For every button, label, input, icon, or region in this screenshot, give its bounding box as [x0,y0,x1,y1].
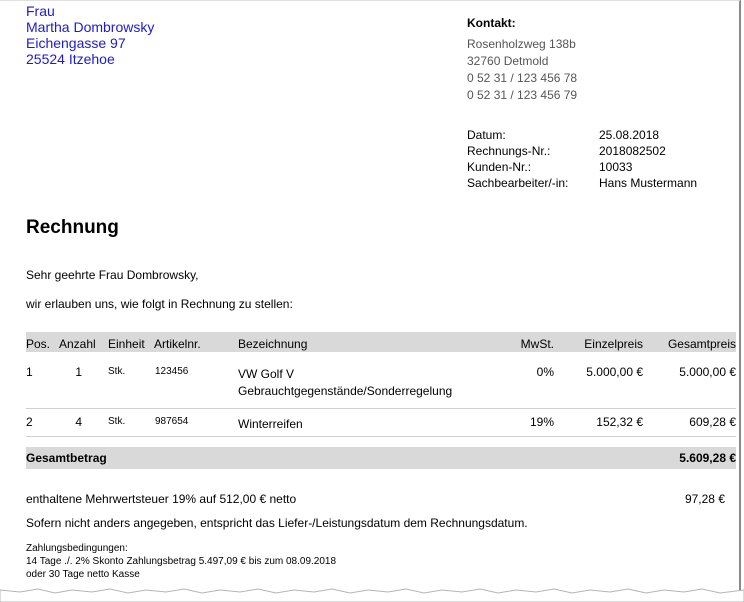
row1-total: 5.000,00 € [679,365,736,379]
payment-terms-discount: 14 Tage ./. 2% Skonto Zahlungsbetrag 5.4… [26,556,337,567]
row2-pos: 2 [26,415,33,429]
row1-unit: Stk. [108,366,126,377]
contact-street: Rosenholzweg 138b [467,37,576,51]
payment-terms: Zahlungsbedingungen: 14 Tage ./. 2% Skon… [26,542,336,581]
recipient-street: Eichengasse 97 [26,35,126,51]
col-header-unit: Einheit [108,337,145,351]
meta-row: Rechnungs-Nr.: 2018082502 [467,143,697,159]
row2-qty: 4 [75,415,82,429]
meta-key: Rechnungs-Nr.: [467,144,551,158]
salutation-text: Sehr geehrte Frau Dombrowsky, [26,268,199,282]
invoice-title: Rechnung [26,217,119,238]
contact-block: Kontakt: Rosenholzweg 138b 32760 Detmold… [467,15,577,104]
meta-value: 2018082502 [599,144,666,158]
col-header-description: Bezeichnung [238,337,308,351]
meta-value: 25.08.2018 [599,128,660,142]
row1-unit-price: 5.000,00 € [586,365,643,379]
torn-edge-decoration [0,588,744,602]
recipient-city: 25524 Itzehoe [26,51,115,67]
payment-terms-heading: Zahlungsbedingungen: [26,543,128,554]
recipient-salutation: Frau [26,3,55,19]
col-header-vat: MwSt. [520,337,554,351]
col-header-qty: Anzahl [59,337,96,351]
recipient-address: Frau Martha Dombrowsky Eichengasse 97 25… [26,3,154,67]
row2-description: Winterreifen [238,417,303,431]
row-divider [26,408,736,409]
service-date-note: Sofern nicht anders angegeben, entsprich… [26,516,528,530]
total-value: 5.609,28 € [679,451,736,465]
col-header-pos: Pos. [26,337,51,351]
row2-article: 987654 [155,416,189,427]
intro-text: wir erlauben uns, wie folgt in Rechnung … [26,297,293,311]
meta-row: Datum: 25.08.2018 [467,127,697,143]
meta-key: Sachbearbeiter/-in: [467,176,569,190]
row1-description-note: Gebrauchtgegenstände/Sonderregelung [238,384,453,398]
row1-qty: 1 [75,365,82,379]
row1-pos: 1 [26,365,33,379]
contact-city: 32760 Detmold [467,54,549,68]
total-row: Gesamtbetrag 5.609,28 € [26,447,736,469]
row2-unit: Stk. [108,416,126,427]
meta-value: 10033 [599,160,633,174]
col-header-unit-price: Einzelpreis [584,337,643,351]
total-label: Gesamtbetrag [26,451,107,465]
invoice-meta: Datum: 25.08.2018 Rechnungs-Nr.: 2018082… [467,127,697,191]
row1-description: VW Golf V [238,367,295,381]
col-header-article: Artikelnr. [154,337,201,351]
vat-text: enthaltene Mehrwertsteuer 19% auf 512,00… [26,492,297,506]
row-divider [26,436,736,437]
contact-phone: 0 52 31 / 123 456 78 [467,71,578,85]
meta-value: Hans Mustermann [599,176,698,190]
recipient-name: Martha Dombrowsky [26,19,155,35]
contact-heading: Kontakt: [467,16,516,30]
row2-vat: 19% [529,415,554,429]
row2-total: 609,28 € [689,415,736,429]
meta-row: Kunden-Nr.: 10033 [467,159,697,175]
vat-value: 97,28 € [684,492,725,506]
contact-fax: 0 52 31 / 123 456 79 [467,88,578,102]
col-header-total: Gesamtpreis [667,337,736,351]
meta-key: Datum: [467,128,506,142]
meta-key: Kunden-Nr.: [467,160,532,174]
row1-article: 123456 [155,366,189,377]
meta-row: Sachbearbeiter/-in: Hans Mustermann [467,175,697,191]
invoice-page: Frau Martha Dombrowsky Eichengasse 97 25… [0,0,744,602]
row1-vat: 0% [536,365,554,379]
row2-unit-price: 152,32 € [596,415,643,429]
